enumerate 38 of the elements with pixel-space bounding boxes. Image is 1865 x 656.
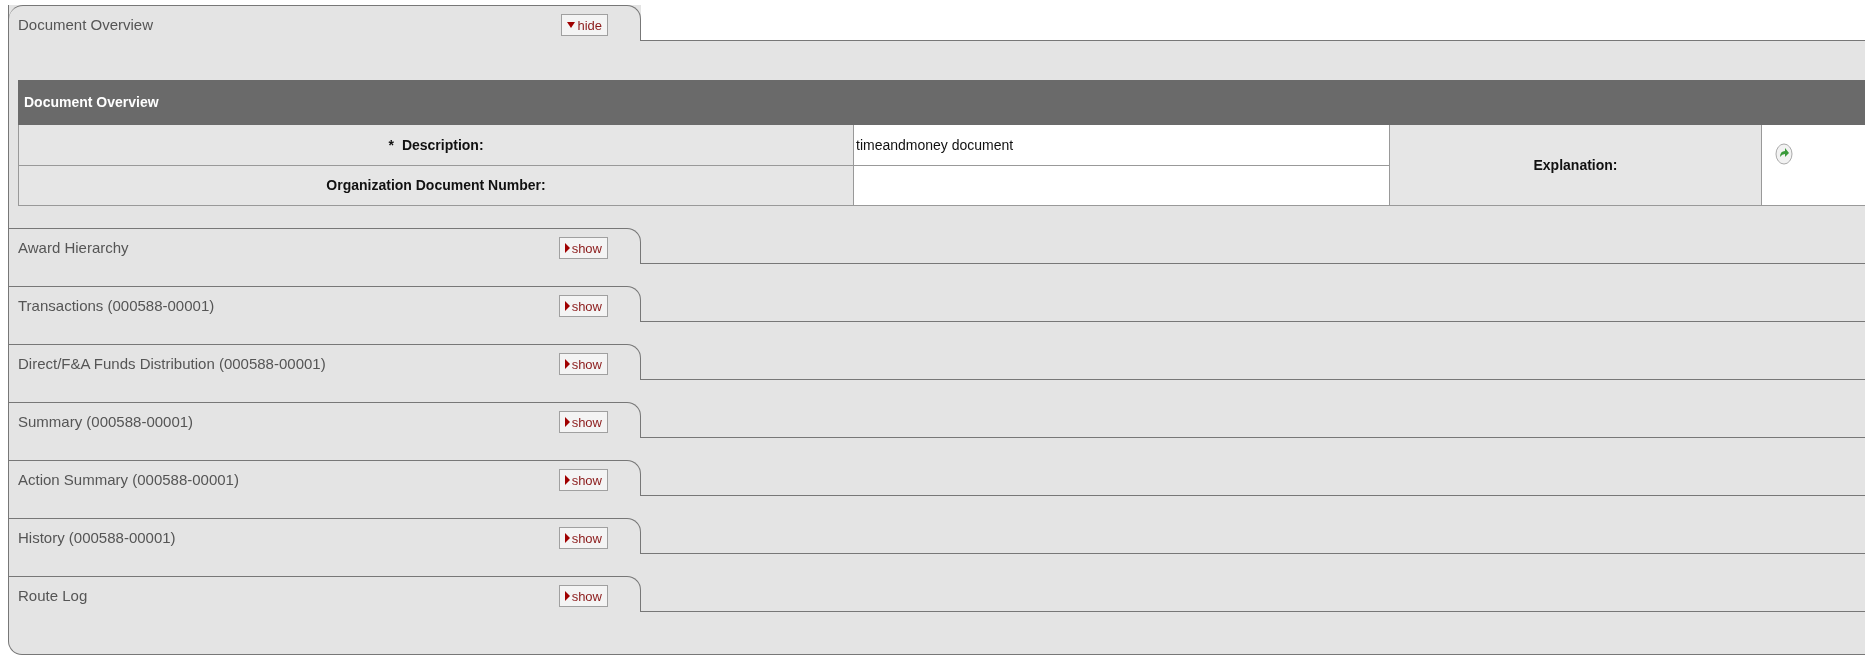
caret-right-icon [564, 591, 570, 601]
section-title: Document Overview [18, 17, 154, 32]
section-tab[interactable]: Route Log show [9, 576, 641, 612]
section-title: Transactions (000588-00001) [18, 298, 215, 313]
section-tab[interactable]: Document Overview hide [9, 5, 641, 41]
field-label: Description: [401, 135, 484, 155]
section-title: Action Summary (000588-00001) [18, 472, 239, 487]
section-title: Summary (000588-00001) [18, 414, 194, 429]
toggle-button[interactable]: show [558, 527, 608, 549]
required-marker: * [388, 135, 394, 155]
caret-down-icon [567, 21, 576, 29]
section-title: History (000588-00001) [18, 530, 176, 545]
caret-right-icon [564, 359, 570, 369]
section-tab[interactable]: Award Hierarchy show [9, 228, 641, 264]
toggle-button[interactable]: hide [561, 14, 608, 36]
input-field[interactable]: timeandmoney document [854, 125, 1390, 165]
section-title: Direct/F&A Funds Distribution (000588-00001) [18, 356, 326, 371]
caret-right-icon [564, 533, 570, 543]
toggle-button[interactable]: show [558, 585, 608, 607]
caret-right-icon [564, 301, 570, 311]
section-tab[interactable]: Summary (000588-00001) show [9, 402, 641, 438]
toggle-button[interactable]: show [558, 295, 608, 317]
caret-right-icon [564, 417, 570, 427]
field-label: Organization Document Number: [326, 176, 546, 195]
section-tab[interactable]: Transactions (000588-00001) show [9, 286, 641, 322]
section-tab[interactable]: History (000588-00001) show [9, 518, 641, 554]
section-title: Route Log [18, 588, 88, 603]
toggle-button[interactable]: show [558, 353, 608, 375]
section-tab[interactable]: Action Summary (000588-00001) show [9, 460, 641, 496]
toggle-button[interactable]: show [558, 237, 608, 259]
section-tab[interactable]: Direct/F&A Funds Distribution (000588-00001) show [9, 344, 641, 380]
toggle-button[interactable]: show [558, 411, 608, 433]
caret-right-icon [564, 475, 570, 485]
toggle-button[interactable]: show [558, 469, 608, 491]
section-title: Award Hierarchy [18, 240, 129, 255]
section-header: Document Overview [18, 80, 1865, 125]
input-field[interactable] [854, 165, 1390, 205]
caret-right-icon [564, 243, 570, 253]
